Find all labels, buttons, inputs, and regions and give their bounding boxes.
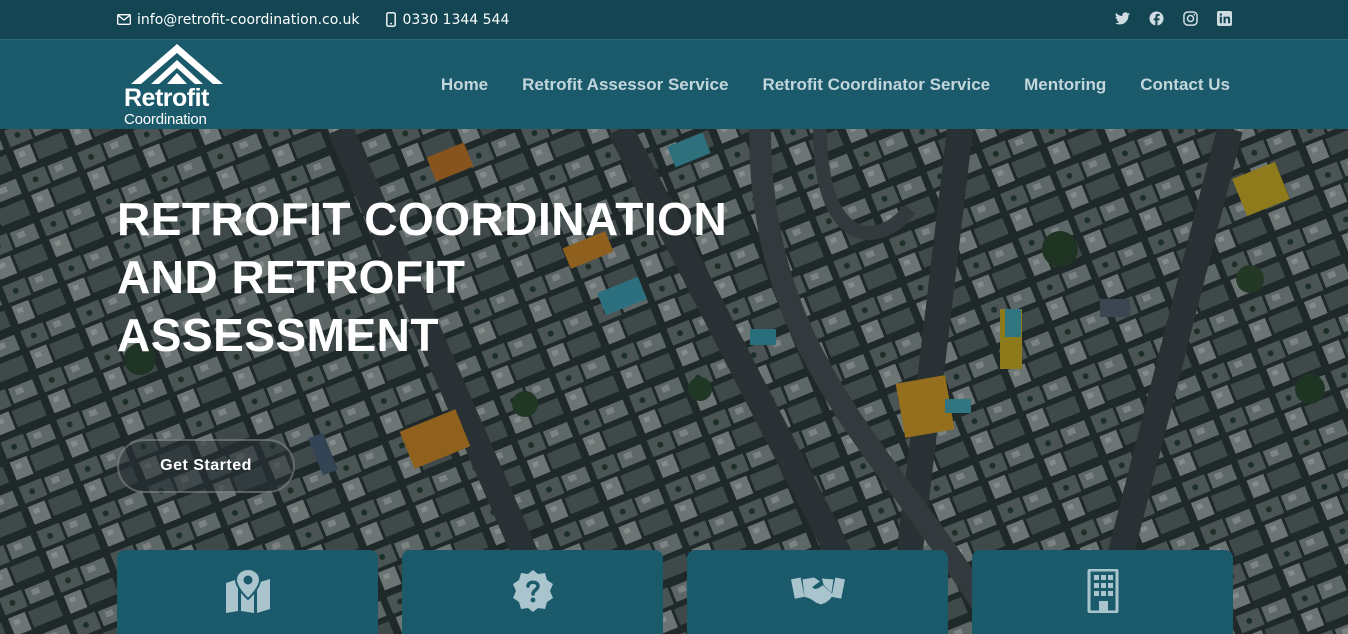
mobile-phone-icon <box>386 12 397 27</box>
hero-section: Retrofit Coordination and Retrofit Asses… <box>0 129 1348 634</box>
nav-mentoring[interactable]: Mentoring <box>1024 75 1106 95</box>
service-card-1[interactable] <box>117 550 378 634</box>
question-badge-icon <box>512 570 553 612</box>
nav-retrofit-coordinator-service[interactable]: Retrofit Coordinator Service <box>762 75 990 95</box>
contact-info: info@retrofit-coordination.co.uk 0330 13… <box>117 0 509 39</box>
map-icon <box>225 569 270 613</box>
instagram-icon[interactable] <box>1182 10 1198 26</box>
main-navbar: Retrofit Coordination Home Retrofit Asse… <box>0 39 1348 129</box>
building-icon <box>1087 569 1118 613</box>
site-logo[interactable]: Retrofit Coordination <box>123 44 233 128</box>
envelope-icon <box>117 14 131 25</box>
phone-text: 0330 1344 544 <box>402 11 510 28</box>
phone-link[interactable]: 0330 1344 544 <box>386 12 509 28</box>
logo-line-coordination: Coordination <box>124 111 207 128</box>
top-contact-bar: info@retrofit-coordination.co.uk 0330 13… <box>0 0 1348 39</box>
logo-line-retrofit: Retrofit <box>124 84 209 112</box>
primary-menu: Home Retrofit Assessor Service Retrofit … <box>441 40 1230 130</box>
linkedin-icon[interactable] <box>1216 10 1232 26</box>
nav-home[interactable]: Home <box>441 75 488 95</box>
twitter-icon[interactable] <box>1114 10 1130 26</box>
social-links <box>1114 10 1232 26</box>
nav-contact-us[interactable]: Contact Us <box>1140 75 1230 95</box>
service-card-4[interactable] <box>972 550 1233 634</box>
service-card-3[interactable] <box>687 550 948 634</box>
nav-retrofit-assessor-service[interactable]: Retrofit Assessor Service <box>522 75 728 95</box>
email-link[interactable]: info@retrofit-coordination.co.uk <box>117 12 359 28</box>
service-card-2[interactable] <box>402 550 663 634</box>
handshake-icon <box>790 577 845 605</box>
service-cards <box>117 550 1233 634</box>
get-started-button[interactable]: Get Started <box>117 439 295 493</box>
roof-logo-icon <box>131 44 223 84</box>
facebook-icon[interactable] <box>1148 10 1164 26</box>
hero-headline: Retrofit Coordination and Retrofit Asses… <box>117 193 728 361</box>
email-text: info@retrofit-coordination.co.uk <box>137 11 360 28</box>
